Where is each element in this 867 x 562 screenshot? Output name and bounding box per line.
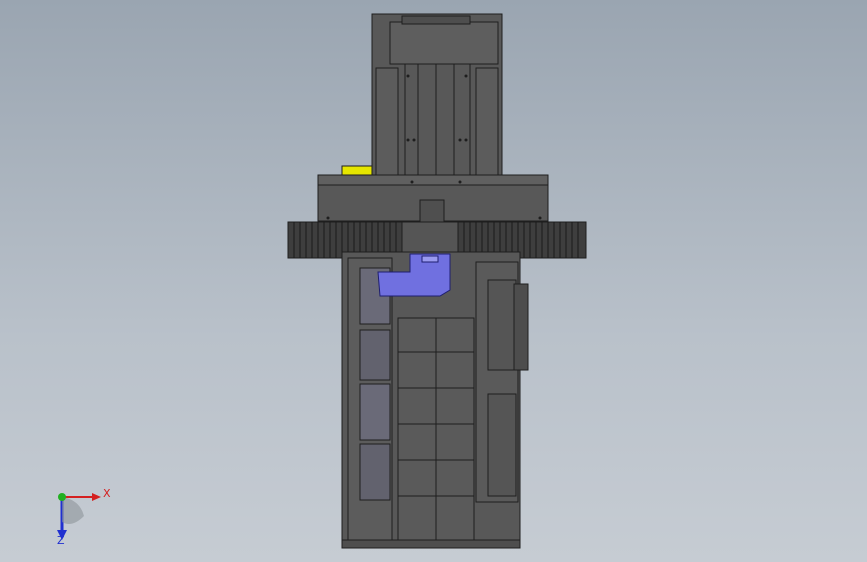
spindle-head <box>401 221 459 253</box>
triad-shadow <box>62 497 84 524</box>
side-bracket <box>513 283 529 371</box>
x-arrowhead <box>92 493 101 501</box>
right-cable-tray <box>487 279 517 371</box>
left-panel <box>359 443 391 501</box>
top-cover-plate <box>401 15 471 25</box>
right-rail-guard <box>475 67 499 179</box>
coordinate-triad: X Z <box>57 487 111 547</box>
top-motor-housing <box>389 21 499 65</box>
x-axis-label: X <box>103 487 111 500</box>
left-panel <box>359 383 391 441</box>
machine-model-view[interactable]: X Z <box>0 0 867 562</box>
left-panel <box>359 329 391 381</box>
cad-graphics-viewport[interactable]: X Z <box>0 0 867 562</box>
right-cable-tray <box>487 393 517 497</box>
y-axis-origin-dot <box>58 493 66 501</box>
z-axis-label: Z <box>57 534 65 547</box>
base-foot <box>341 539 521 549</box>
left-rail-guard <box>375 67 399 179</box>
blue-component-slot <box>421 255 439 263</box>
center-carriage <box>419 199 445 223</box>
crossbeam-top-face <box>317 174 549 186</box>
